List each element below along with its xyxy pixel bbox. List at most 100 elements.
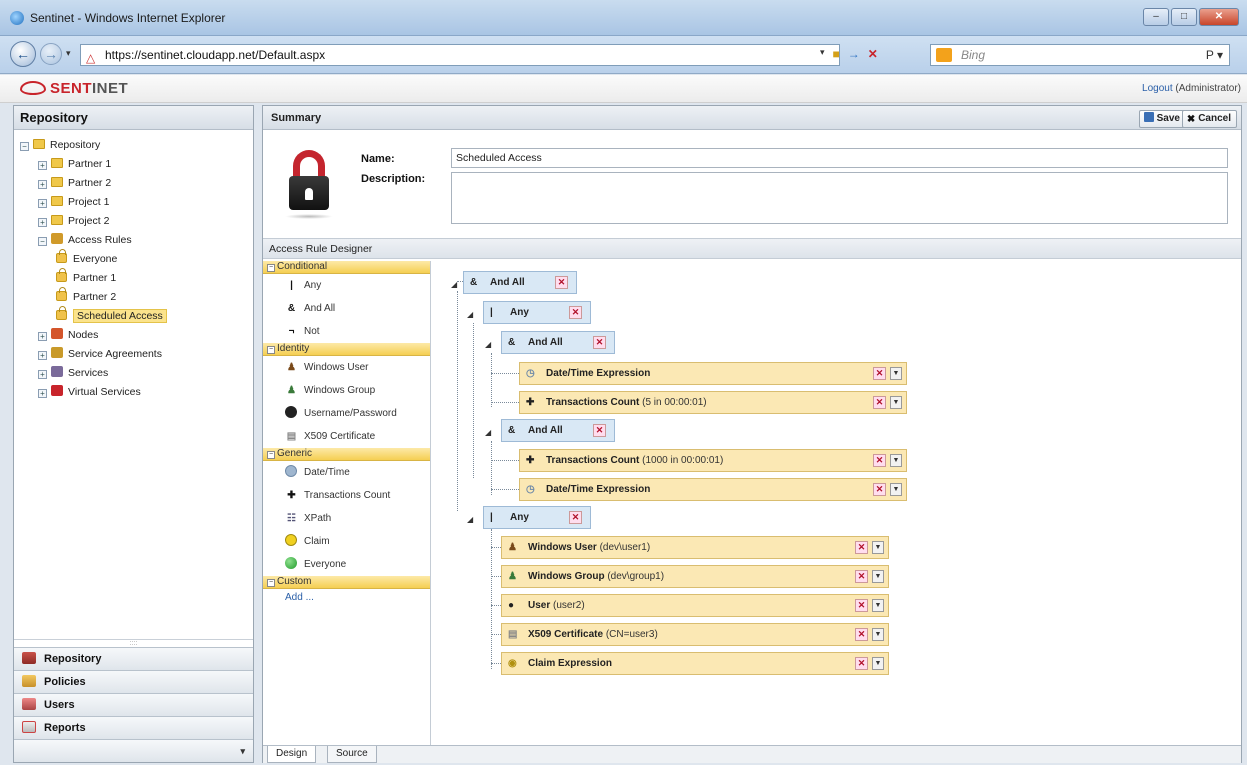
rule-any-2[interactable]: | Any ✕	[483, 506, 591, 529]
tool-datetime[interactable]: Date/Time	[263, 461, 430, 484]
expand-icon[interactable]: +	[38, 351, 47, 360]
tree-item-virtual-services[interactable]: + Virtual Services	[18, 383, 249, 402]
add-custom-link[interactable]: Add ...	[263, 589, 430, 607]
tool-transactions-count[interactable]: ✚ Transactions Count	[263, 484, 430, 507]
url-input[interactable]: △ https://sentinet.cloudapp.net/Default.…	[80, 44, 840, 66]
rule-claim-expression[interactable]: ◉ Claim Expression ✕ ▼	[501, 652, 889, 675]
rule-and-all-3[interactable]: & And All ✕	[501, 419, 615, 442]
tree-item-access-rules[interactable]: − Access Rules	[18, 231, 249, 250]
rule-and-all-2[interactable]: & And All ✕	[501, 331, 615, 354]
search-icon[interactable]: P ▾	[1206, 45, 1223, 65]
rule-windows-user[interactable]: ♟ Windows User (dev\user1) ✕ ▼	[501, 536, 889, 559]
tool-not[interactable]: ¬ Not	[263, 320, 430, 343]
expand-icon[interactable]: +	[38, 370, 47, 379]
rule-user[interactable]: ● User (user2) ✕ ▼	[501, 594, 889, 617]
collapse-icon[interactable]: −	[20, 142, 29, 151]
tree-item-project-2[interactable]: + Project 2	[18, 212, 249, 231]
collapse-icon[interactable]: −	[38, 237, 47, 246]
back-button[interactable]: ←	[10, 41, 36, 67]
section-identity[interactable]: − Identity	[263, 343, 430, 356]
remove-icon[interactable]: ✕	[569, 511, 582, 524]
remove-icon[interactable]: ✕	[855, 657, 868, 670]
tool-everyone[interactable]: Everyone	[263, 553, 430, 576]
tree-item-service-agreements[interactable]: + Service Agreements	[18, 345, 249, 364]
name-field[interactable]: Scheduled Access	[451, 148, 1228, 168]
rule-any-1[interactable]: | Any ✕	[483, 301, 591, 324]
expand-icon[interactable]: +	[38, 199, 47, 208]
minimize-button[interactable]: –	[1143, 8, 1169, 26]
tree-item-scheduled-access[interactable]: Scheduled Access	[18, 306, 249, 326]
url-dropdown-icon[interactable]: ▾	[820, 47, 825, 61]
tree-item-everyone[interactable]: Everyone	[18, 249, 249, 269]
tree-item-partner-2[interactable]: + Partner 2	[18, 174, 249, 193]
options-dropdown-icon[interactable]: ▼	[890, 367, 902, 380]
expand-icon[interactable]: +	[38, 218, 47, 227]
collapse-and-all-2-icon[interactable]: ◢	[485, 340, 491, 349]
nav-reports[interactable]: Reports	[14, 716, 253, 739]
tool-x509-certificate[interactable]: ▤ X509 Certificate	[263, 425, 430, 448]
expand-icon[interactable]: +	[38, 332, 47, 341]
expand-icon[interactable]: +	[38, 389, 47, 398]
security-lock-icon[interactable]: ■	[833, 47, 840, 61]
remove-icon[interactable]: ✕	[873, 396, 886, 409]
section-conditional[interactable]: − Conditional	[263, 261, 430, 274]
rule-x509-certificate[interactable]: ▤ X509 Certificate (CN=user3) ✕ ▼	[501, 623, 889, 646]
tree-item-services[interactable]: + Services	[18, 364, 249, 383]
tool-any[interactable]: | Any	[263, 274, 430, 297]
options-dropdown-icon[interactable]: ▼	[872, 628, 884, 641]
tool-and-all[interactable]: & And All	[263, 297, 430, 320]
options-dropdown-icon[interactable]: ▼	[890, 483, 902, 496]
remove-icon[interactable]: ✕	[855, 628, 868, 641]
options-dropdown-icon[interactable]: ▼	[872, 570, 884, 583]
save-button[interactable]: Save	[1138, 110, 1186, 128]
expand-icon[interactable]: +	[38, 161, 47, 170]
collapse-and-all-3-icon[interactable]: ◢	[485, 428, 491, 437]
rule-windows-group[interactable]: ♟ Windows Group (dev\group1) ✕ ▼	[501, 565, 889, 588]
tab-source[interactable]: Source	[327, 746, 377, 763]
go-arrow-icon[interactable]: →	[848, 47, 860, 61]
nav-more-dropdown[interactable]: ▾	[14, 739, 253, 762]
logout-link[interactable]: Logout	[1142, 83, 1173, 94]
collapse-any-2-icon[interactable]: ◢	[467, 515, 473, 524]
remove-icon[interactable]: ✕	[569, 306, 582, 319]
tree-item-partner-2[interactable]: Partner 2	[18, 287, 249, 307]
maximize-button[interactable]: □	[1171, 8, 1197, 26]
nav-users[interactable]: Users	[14, 693, 253, 716]
tab-design[interactable]: Design	[267, 746, 317, 763]
forward-button[interactable]: →	[40, 43, 62, 65]
cancel-button[interactable]: ✖ Cancel	[1181, 110, 1237, 128]
options-dropdown-icon[interactable]: ▼	[872, 541, 884, 554]
nav-repository[interactable]: Repository	[14, 647, 253, 670]
collapse-root-icon[interactable]: ◢	[451, 280, 457, 289]
remove-icon[interactable]: ✕	[873, 483, 886, 496]
remove-icon[interactable]: ✕	[593, 336, 606, 349]
tree-item-partner-1[interactable]: Partner 1	[18, 268, 249, 288]
section-generic[interactable]: − Generic	[263, 448, 430, 461]
close-window-button[interactable]: ✕	[1199, 8, 1239, 26]
history-dropdown-icon[interactable]: ▾	[66, 48, 71, 59]
tool-windows-group[interactable]: ♟ Windows Group	[263, 379, 430, 402]
remove-icon[interactable]: ✕	[855, 599, 868, 612]
rule-datetime-2[interactable]: ◷ Date/Time Expression ✕ ▼	[519, 478, 907, 501]
tool-xpath[interactable]: ☷ XPath	[263, 507, 430, 530]
rule-transactions-1[interactable]: ✚ Transactions Count (5 in 00:00:01) ✕ ▼	[519, 391, 907, 414]
section-custom[interactable]: − Custom	[263, 576, 430, 589]
tool-username-password[interactable]: Username/Password	[263, 402, 430, 425]
nav-policies[interactable]: Policies	[14, 670, 253, 693]
tree-item-nodes[interactable]: + Nodes	[18, 326, 249, 345]
description-field[interactable]	[451, 172, 1228, 224]
tree-item-project-1[interactable]: + Project 1	[18, 193, 249, 212]
tree-item-repository[interactable]: − Repository	[18, 136, 249, 155]
search-input[interactable]: Bing P ▾	[930, 44, 1230, 66]
rule-and-all-root[interactable]: & And All ✕	[463, 271, 577, 294]
expand-icon[interactable]: +	[38, 180, 47, 189]
remove-icon[interactable]: ✕	[555, 276, 568, 289]
tool-windows-user[interactable]: ♟ Windows User	[263, 356, 430, 379]
rule-datetime-1[interactable]: ◷ Date/Time Expression ✕ ▼	[519, 362, 907, 385]
collapse-any-1-icon[interactable]: ◢	[467, 310, 473, 319]
remove-icon[interactable]: ✕	[855, 541, 868, 554]
tree-item-partner-1[interactable]: + Partner 1	[18, 155, 249, 174]
tool-claim[interactable]: Claim	[263, 530, 430, 553]
remove-icon[interactable]: ✕	[593, 424, 606, 437]
options-dropdown-icon[interactable]: ▼	[872, 657, 884, 670]
